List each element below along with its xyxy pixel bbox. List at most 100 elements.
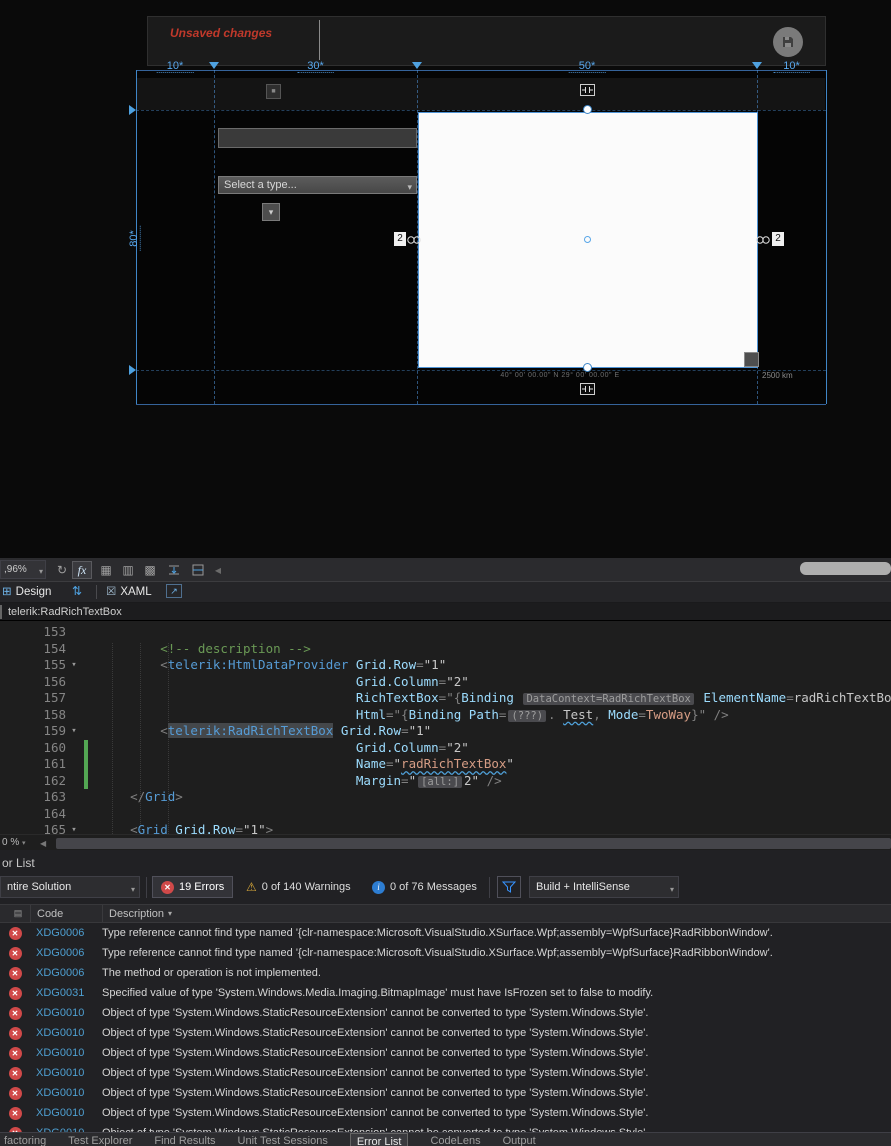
code-line[interactable]: 162 Margin=" [all:] 2" /> <box>0 772 891 790</box>
design-combobox[interactable]: Select a type... ▾ <box>218 176 417 194</box>
code-text[interactable]: <!-- description --> <box>88 641 311 658</box>
tool-window-tab-output[interactable]: Output <box>503 1133 536 1146</box>
snap-to-gridlines-icon[interactable] <box>188 561 208 579</box>
row-splitter-handle[interactable] <box>129 105 136 115</box>
tab-design[interactable]: ⊞ Design <box>2 584 51 598</box>
grid-row-header[interactable]: 80* <box>127 226 141 251</box>
margin-left-value[interactable]: 2 <box>394 232 406 246</box>
code-line[interactable]: 165 ▾ <Grid Grid.Row="1"> <box>0 822 891 834</box>
resize-handle-top[interactable] <box>583 105 592 114</box>
error-row[interactable]: ✕XDG0010Object of type 'System.Windows.S… <box>0 1063 891 1083</box>
error-code[interactable]: XDG0010 <box>30 1087 102 1099</box>
code-line[interactable]: 160 Grid.Column="2" <box>0 739 891 757</box>
code-line[interactable]: 158 Html="{Binding Path= (???). Test, Mod… <box>0 707 891 724</box>
breadcrumb-path[interactable]: telerik:RadRichTextBox <box>0 606 122 618</box>
warnings-filter-button[interactable]: ⚠ 0 of 140 Warnings <box>240 876 357 898</box>
chain-right-icon[interactable] <box>755 233 771 245</box>
tool-window-tab-factoring[interactable]: factoring <box>4 1133 46 1146</box>
error-code[interactable]: XDG0010 <box>30 1107 102 1119</box>
code-text[interactable]: <telerik:HtmlDataProvider Grid.Row="1" <box>88 657 446 674</box>
column-splitter-handle[interactable] <box>209 62 219 69</box>
grid-column-header[interactable]: 10* <box>156 60 194 73</box>
code-text[interactable]: Grid.Column="2" <box>88 674 469 691</box>
error-code[interactable]: XDG0010 <box>30 1047 102 1059</box>
source-filter-dropdown[interactable]: Build + IntelliSense ▾ <box>529 876 679 898</box>
tool-window-tab-error-list[interactable]: Error List <box>349 1133 409 1146</box>
error-row[interactable]: ✕XDG0010Object of type 'System.Windows.S… <box>0 1083 891 1103</box>
code-text[interactable] <box>88 624 100 641</box>
breakpoint-margin[interactable] <box>0 657 16 674</box>
editor-zoom-select[interactable]: 0 % ▾ <box>2 837 26 848</box>
breakpoint-margin[interactable] <box>0 740 16 757</box>
swap-panes-icon[interactable]: ⇅ <box>72 584 82 598</box>
code-text[interactable]: </Grid> <box>88 789 183 806</box>
error-row[interactable]: ✕XDG0010Object of type 'System.Windows.S… <box>0 1123 891 1132</box>
severity-column-header[interactable]: ▤ <box>0 905 30 922</box>
breakpoint-margin[interactable] <box>0 756 16 773</box>
editor-horizontal-scrollbar[interactable] <box>56 838 891 849</box>
grid-column-header[interactable]: 10* <box>773 60 810 73</box>
error-row[interactable]: ✕XDG0010Object of type 'System.Windows.S… <box>0 1103 891 1123</box>
design-expander-button[interactable]: ▾ <box>262 203 280 221</box>
breakpoint-margin[interactable] <box>0 806 16 823</box>
grid-column-header[interactable]: 30* <box>297 60 334 73</box>
error-row[interactable]: ✕ XDG0031 Specified value of type 'System.… <box>0 983 891 1003</box>
code-text[interactable]: Html="{Binding Path= (???). Test, Mode=Tw… <box>88 707 729 724</box>
code-lines[interactable]: 153 154 <!-- description --> 155 ▾ <telerik… <box>0 624 891 834</box>
error-code[interactable]: XDG0006 <box>30 947 102 959</box>
code-line[interactable]: 159 ▾ <telerik:RadRichTextBox Grid.Row="1… <box>0 723 891 740</box>
error-row[interactable]: ✕ XDG0006 Type reference cannot find type … <box>0 923 891 943</box>
design-textbox[interactable] <box>218 128 417 148</box>
refresh-icon[interactable]: ↻ <box>52 561 72 579</box>
fold-arrow-icon[interactable]: ▾ <box>66 657 82 674</box>
breakpoint-margin[interactable] <box>0 707 16 724</box>
grid-column-header[interactable]: 50* <box>568 60 606 73</box>
error-code[interactable]: XDG0006 <box>30 967 102 979</box>
scroll-left-arrow-icon[interactable]: ◀ <box>40 839 46 848</box>
error-code[interactable]: XDG0006 <box>30 927 102 939</box>
error-row[interactable]: ✕XDG0010Object of type 'System.Windows.S… <box>0 1003 891 1023</box>
save-icon[interactable] <box>773 27 803 57</box>
error-row[interactable]: ✕ XDG0006 The method or operation is not i… <box>0 963 891 983</box>
error-row[interactable]: ✕ XDG0006 Type reference cannot find type … <box>0 943 891 963</box>
xaml-designer-surface[interactable]: Unsaved changes ■ 10* 30* 50* 10* 80* Selec… <box>0 0 891 558</box>
messages-filter-button[interactable]: i 0 of 76 Messages <box>366 876 483 898</box>
anchor-top-icon[interactable] <box>580 84 595 96</box>
margin-right-value[interactable]: 2 <box>772 232 784 246</box>
filter-button[interactable] <box>497 876 521 898</box>
row-splitter-handle[interactable] <box>129 365 136 375</box>
error-code[interactable]: XDG0031 <box>30 987 102 999</box>
tool-window-tab-codelens[interactable]: CodeLens <box>430 1133 480 1146</box>
code-column-header[interactable]: Code <box>30 905 102 922</box>
code-text[interactable]: Name="radRichTextBox" <box>88 756 514 773</box>
errors-filter-button[interactable]: ✕ 19 Errors <box>152 876 234 898</box>
collapse-arrow-icon[interactable]: ◀ <box>208 561 228 579</box>
code-line[interactable]: 155 ▾ <telerik:HtmlDataProvider Grid.Row=… <box>0 657 891 674</box>
popout-window-icon[interactable]: ↗ <box>166 584 182 598</box>
image-placeholder-icon[interactable]: ■ <box>266 84 281 99</box>
code-line[interactable]: 164 <box>0 806 891 823</box>
error-code[interactable]: XDG0010 <box>30 1007 102 1019</box>
tab-xaml[interactable]: ☒ XAML <box>106 584 152 598</box>
anchor-bottom-icon[interactable] <box>580 383 595 395</box>
code-line[interactable]: 154 <!-- description --> <box>0 641 891 658</box>
breakpoint-margin[interactable] <box>0 624 16 641</box>
breakpoint-margin[interactable] <box>0 773 16 790</box>
tool-window-tab-test-explorer[interactable]: Test Explorer <box>68 1133 132 1146</box>
code-text[interactable]: RichTextBox = "{Binding DataContext=RadRic… <box>88 690 891 707</box>
code-text[interactable]: Margin=" [all:] 2" /> <box>88 773 502 790</box>
show-annotations-icon[interactable]: ▩ <box>140 561 160 579</box>
code-line[interactable]: 153 <box>0 624 891 641</box>
code-line[interactable]: 161 Name="radRichTextBox" <box>0 756 891 773</box>
error-code[interactable]: XDG0010 <box>30 1067 102 1079</box>
error-row[interactable]: ✕XDG0010Object of type 'System.Windows.S… <box>0 1043 891 1063</box>
snapline-toggle-icon[interactable] <box>164 561 184 579</box>
breakpoint-margin[interactable] <box>0 690 16 707</box>
column-splitter-handle[interactable] <box>752 62 762 69</box>
breakpoint-margin[interactable] <box>0 641 16 658</box>
code-line[interactable]: 156 Grid.Column="2" <box>0 674 891 691</box>
scope-filter-dropdown[interactable]: ntire Solution ▾ <box>0 876 140 898</box>
show-grid-icon[interactable]: ▦ <box>96 561 116 579</box>
xaml-code-editor[interactable]: 153 154 <!-- description --> 155 ▾ <telerik… <box>0 621 891 834</box>
snap-grid-icon[interactable]: ▥ <box>118 561 138 579</box>
